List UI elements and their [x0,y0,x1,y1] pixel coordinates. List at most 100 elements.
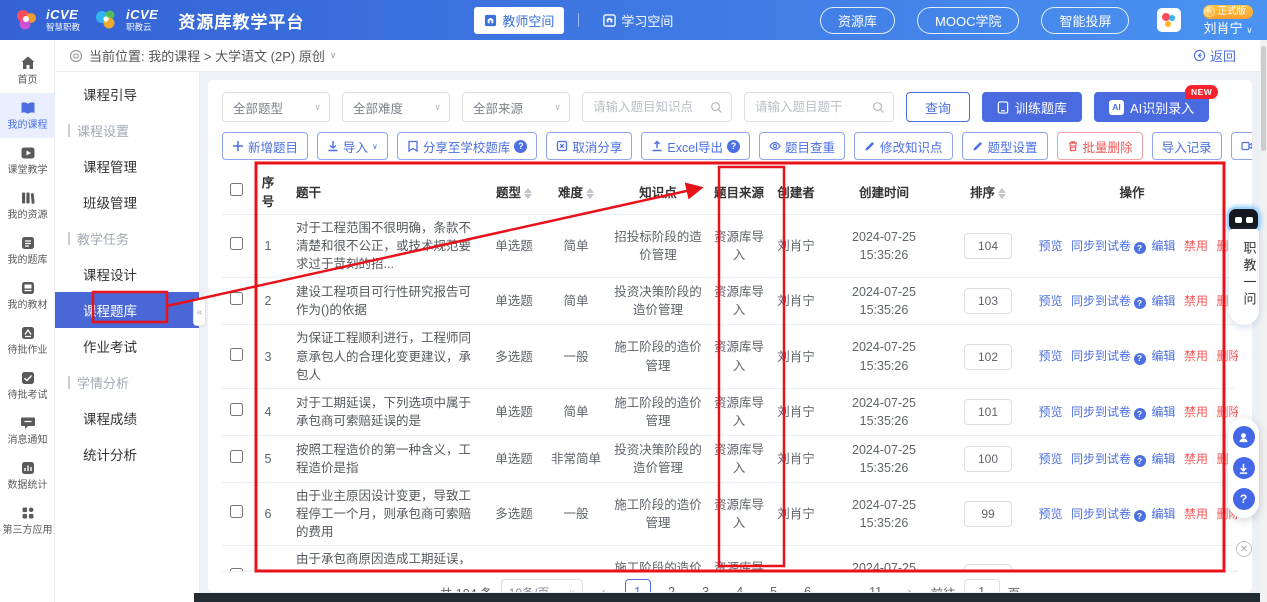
disable-link[interactable]: 禁用 [1184,405,1208,419]
rail-item-messages[interactable]: 消息通知 [0,408,55,453]
user-menu[interactable]: 正式版 刘肖宁 ∨ [1203,5,1253,35]
cancel-share-button[interactable]: 取消分享 [546,132,632,160]
scrollbar-thumb[interactable] [1261,46,1266,151]
back-button[interactable]: 返回 [1193,46,1236,65]
edit-link[interactable]: 编辑 [1152,507,1176,521]
disable-link[interactable]: 禁用 [1184,239,1208,253]
add-question-button[interactable]: 新增题目 [222,132,308,160]
help-icon[interactable]: ? [1134,510,1146,522]
preview-link[interactable]: 预览 [1039,405,1063,419]
source-select[interactable]: 全部来源∨ [462,92,570,122]
help-icon[interactable]: ? [1134,408,1146,420]
preview-link[interactable]: 预览 [1039,452,1063,466]
preview-link[interactable]: 预览 [1039,294,1063,308]
search-icon[interactable] [710,101,723,114]
col-difficulty[interactable]: 难度 [544,168,608,215]
col-sort[interactable]: 排序 [946,168,1030,215]
row-checkbox[interactable] [230,237,243,250]
sort-input[interactable]: 99 [964,501,1012,527]
user-name[interactable]: 刘肖宁 ∨ [1203,22,1252,35]
sync-to-paper-link[interactable]: 同步到试卷 [1071,294,1131,308]
row-checkbox[interactable] [230,505,243,518]
preview-link[interactable]: 预览 [1039,239,1063,253]
download-button[interactable] [1233,457,1255,479]
rail-item-home[interactable]: 首页 [0,48,55,93]
edit-link[interactable]: 编辑 [1152,349,1176,363]
sidebar-item-course-design[interactable]: 课程设计 [55,256,199,292]
sidebar-collapse-handle[interactable]: « [193,298,206,326]
help-icon[interactable]: ? [514,140,527,153]
rail-item-my-courses[interactable]: 我的课程 [0,93,55,138]
page-button[interactable]: 11 [863,579,889,592]
preview-link[interactable]: 预览 [1039,507,1063,521]
sort-input[interactable]: 101 [964,399,1012,425]
edit-link[interactable]: 编辑 [1152,294,1176,308]
resource-library-button[interactable]: 资源库 [820,7,895,34]
sidebar-item-course-management[interactable]: 课程管理 [55,148,199,184]
question-type-select[interactable]: 全部题型∨ [222,92,330,122]
edit-link[interactable]: 编辑 [1152,452,1176,466]
import-button[interactable]: 导入∨ [317,132,388,160]
page-button[interactable]: 5 [761,579,787,592]
disable-link[interactable]: 禁用 [1184,507,1208,521]
help-icon[interactable]: ? [1134,455,1146,467]
sidebar-item-statistics-analysis[interactable]: 统计分析 [55,436,199,472]
edit-link[interactable]: 编辑 [1152,239,1176,253]
select-all-checkbox[interactable] [230,183,243,196]
help-button[interactable]: ? [1233,488,1255,510]
disable-link[interactable]: 禁用 [1184,349,1208,363]
import-records-button[interactable]: 导入记录 [1152,132,1222,160]
preview-link[interactable]: 预览 [1039,349,1063,363]
customer-service-button[interactable] [1233,426,1255,448]
edit-link[interactable]: 编辑 [1152,405,1176,419]
disable-link[interactable]: 禁用 [1184,452,1208,466]
page-ellipsis[interactable]: ... [829,579,855,592]
rail-item-classroom-teaching[interactable]: 课堂教学 [0,138,55,183]
next-page-button[interactable]: › [897,579,923,592]
page-button[interactable]: 6 [795,579,821,592]
goto-page-input[interactable] [964,579,1000,592]
row-checkbox[interactable] [230,292,243,305]
ai-assistant-widget[interactable]: 职教一问 [1225,207,1262,325]
edit-knowledge-point-button[interactable]: 修改知识点 [854,132,953,160]
row-checkbox[interactable] [230,403,243,416]
share-to-school-bank-button[interactable]: 分享至学校题库? [397,132,538,160]
learning-space-button[interactable]: 学习空间 [593,7,683,34]
sidebar-item-class-management[interactable]: 班级管理 [55,184,199,220]
sync-to-paper-link[interactable]: 同步到试卷 [1071,507,1131,521]
sidebar-item-homework-exam[interactable]: 作业考试 [55,328,199,364]
smart-screen-button[interactable]: 智能投屏 [1041,7,1129,34]
page-button[interactable]: 1 [625,579,651,592]
sync-to-paper-link[interactable]: 同步到试卷 [1071,452,1131,466]
sort-input[interactable]: 104 [964,233,1012,259]
sidebar-item-course-question-bank[interactable]: 课程题库 [55,292,199,328]
delete-link[interactable]: 删除 [1217,349,1239,363]
duplicate-check-button[interactable]: 题目查重 [759,132,845,160]
page-size-select[interactable]: 10条/页∨ [501,579,583,592]
rail-item-my-textbooks[interactable]: 我的教材 [0,273,55,318]
rail-item-exam-review[interactable]: 待批考试 [0,363,55,408]
excel-export-button[interactable]: Excel导出? [641,132,750,160]
ai-recognition-button[interactable]: AI AI识别录入 NEW [1094,92,1209,122]
how-to-upload-button[interactable]: 如何上传题库? [1231,132,1252,160]
help-icon[interactable]: ? [1134,297,1146,309]
chevron-down-icon[interactable]: ∨ [330,50,337,61]
app-icon[interactable] [1157,8,1181,32]
sidebar-item-course-grades[interactable]: 课程成绩 [55,400,199,436]
rail-item-homework-review[interactable]: 待批作业 [0,318,55,363]
breadcrumb-path[interactable]: 我的课程 > 大学语文 (2P) 原创 [148,49,325,64]
knowledge-point-input[interactable] [593,100,710,114]
sort-icon[interactable] [524,188,532,199]
sort-input[interactable]: 100 [964,446,1012,472]
training-bank-button[interactable]: 训练题库 [982,92,1082,122]
page-button[interactable]: 3 [693,579,719,592]
sort-input[interactable]: 98 [964,564,1012,572]
help-icon[interactable]: ? [1134,353,1146,365]
page-button[interactable]: 4 [727,579,753,592]
sync-to-paper-link[interactable]: 同步到试卷 [1071,405,1131,419]
batch-delete-button[interactable]: 批量删除 [1057,132,1143,160]
difficulty-select[interactable]: 全部难度∨ [342,92,450,122]
sort-input[interactable]: 102 [964,344,1012,370]
sort-icon[interactable] [998,188,1006,199]
prev-page-button[interactable]: ‹ [591,579,617,592]
